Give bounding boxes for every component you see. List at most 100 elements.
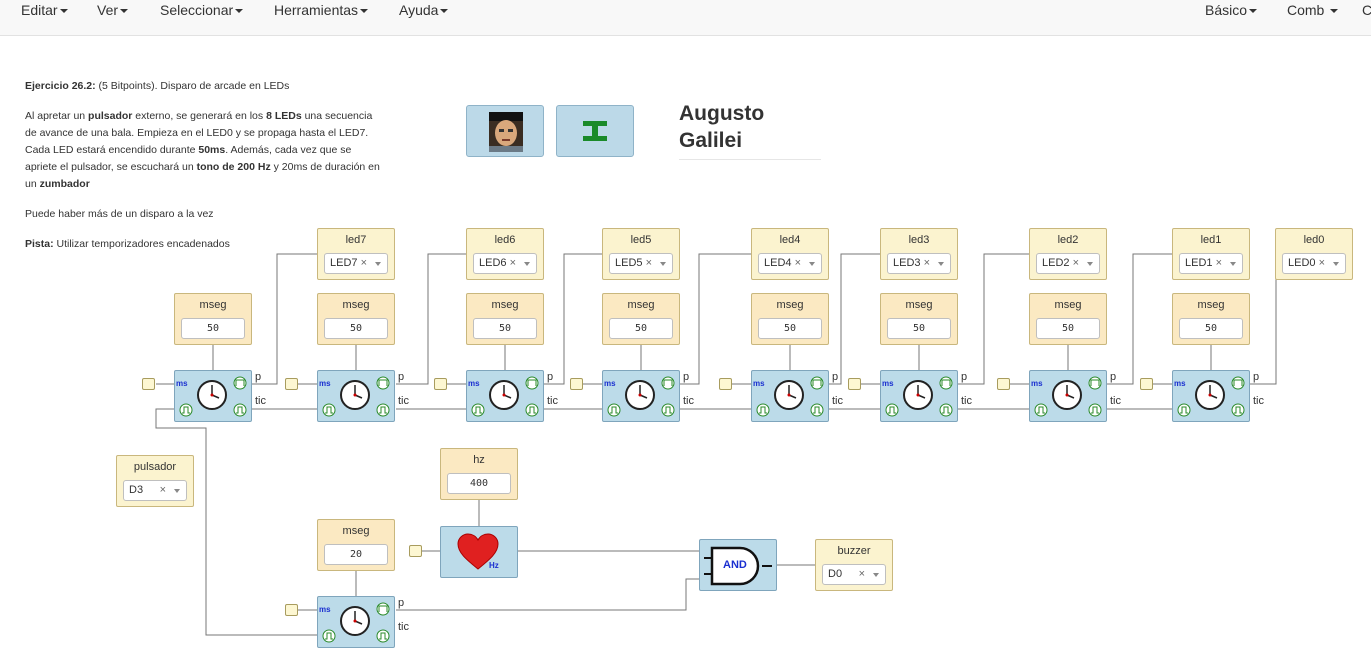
timer-input-port[interactable] <box>434 378 447 390</box>
chevron-down-icon[interactable] <box>1230 262 1236 266</box>
clear-icon[interactable]: × <box>1073 254 1079 273</box>
led6-output-block[interactable]: led6 LED6 × <box>466 228 544 280</box>
wave-icon <box>1231 403 1245 417</box>
led2-select[interactable]: LED2 × <box>1036 253 1100 274</box>
tic-port-label: tic <box>683 395 694 407</box>
timer-input-port[interactable] <box>997 378 1010 390</box>
led4-select[interactable]: LED4 × <box>758 253 822 274</box>
mseg-input[interactable]: 50 <box>609 318 673 339</box>
mseg-constant-block[interactable]: mseg 50 <box>880 293 958 345</box>
timer-input-port[interactable] <box>719 378 732 390</box>
timer-input-port[interactable] <box>848 378 861 390</box>
led0-select[interactable]: LED0 × <box>1282 253 1346 274</box>
led0-output-block[interactable]: led0 LED0 × <box>1275 228 1353 280</box>
clear-icon[interactable]: × <box>361 254 367 273</box>
led1-select[interactable]: LED1 × <box>1179 253 1243 274</box>
pulsador-input-block[interactable]: pulsador D3 × <box>116 455 194 507</box>
led7-label: led7 <box>345 234 367 246</box>
clear-icon[interactable]: × <box>859 565 865 584</box>
and-gate-label: AND <box>723 559 747 571</box>
led5-select[interactable]: LED5 × <box>609 253 673 274</box>
clear-icon[interactable]: × <box>795 254 801 273</box>
led2-label: led2 <box>1057 234 1079 246</box>
led2-output-block[interactable]: led2 LED2 × <box>1029 228 1107 280</box>
led5-output-block[interactable]: led5 LED5 × <box>602 228 680 280</box>
mseg-constant-block[interactable]: mseg 50 <box>466 293 544 345</box>
ms-label: ms <box>604 379 616 388</box>
clear-icon[interactable]: × <box>160 481 166 500</box>
led3-select[interactable]: LED3 × <box>887 253 951 274</box>
ms-label: ms <box>319 379 331 388</box>
clear-icon[interactable]: × <box>1216 254 1222 273</box>
mseg-constant-block[interactable]: mseg 50 <box>602 293 680 345</box>
clear-icon[interactable]: × <box>1319 254 1325 273</box>
mseg-input[interactable]: 50 <box>181 318 245 339</box>
mseg-constant-block[interactable]: mseg 50 <box>751 293 829 345</box>
and-gate-block[interactable]: AND <box>699 539 777 591</box>
tic-port-label: tic <box>832 395 843 407</box>
clock-icon <box>1195 380 1225 410</box>
tone-input-port[interactable] <box>409 545 422 557</box>
timer-block[interactable]: ms <box>1172 370 1250 422</box>
chevron-down-icon[interactable] <box>873 573 879 577</box>
p-port-label: p <box>398 371 405 383</box>
mseg-input[interactable]: 50 <box>1036 318 1100 339</box>
chevron-down-icon[interactable] <box>375 262 381 266</box>
clock-icon <box>197 380 227 410</box>
mseg-input[interactable]: 50 <box>887 318 951 339</box>
timer-block[interactable]: ms <box>317 596 395 648</box>
tic-port-label: tic <box>1253 395 1264 407</box>
timer-input-port[interactable] <box>285 378 298 390</box>
p-port-label: p <box>398 597 405 609</box>
timer-input-port[interactable] <box>570 378 583 390</box>
mseg-constant-block[interactable]: mseg 50 <box>174 293 252 345</box>
mseg-buzzer-constant-block[interactable]: mseg 20 <box>317 519 395 571</box>
chevron-down-icon[interactable] <box>938 262 944 266</box>
led6-select[interactable]: LED6 × <box>473 253 537 274</box>
pulse-out-icon <box>376 602 390 616</box>
timer-block[interactable]: ms <box>880 370 958 422</box>
tone-generator-block[interactable]: Hz <box>440 526 518 578</box>
mseg-input[interactable]: 50 <box>1179 318 1243 339</box>
clock-icon <box>625 380 655 410</box>
timer-block[interactable]: ms <box>466 370 544 422</box>
clear-icon[interactable]: × <box>924 254 930 273</box>
led7-output-block[interactable]: led7 LED7 × <box>317 228 395 280</box>
mseg-input[interactable]: 20 <box>324 544 388 565</box>
timer-block[interactable]: ms <box>317 370 395 422</box>
timer-block[interactable]: ms <box>602 370 680 422</box>
chevron-down-icon[interactable] <box>174 489 180 493</box>
buzzer-output-block[interactable]: buzzer D0 × <box>815 539 893 591</box>
mseg-constant-block[interactable]: mseg 50 <box>1029 293 1107 345</box>
led7-select[interactable]: LED7 × <box>324 253 388 274</box>
chevron-down-icon[interactable] <box>524 262 530 266</box>
led3-output-block[interactable]: led3 LED3 × <box>880 228 958 280</box>
ms-label: ms <box>176 379 188 388</box>
mseg-input[interactable]: 50 <box>473 318 537 339</box>
clear-icon[interactable]: × <box>510 254 516 273</box>
led4-output-block[interactable]: led4 LED4 × <box>751 228 829 280</box>
mseg-label: mseg <box>1197 299 1225 311</box>
mseg-constant-block[interactable]: mseg 50 <box>1172 293 1250 345</box>
mseg-input[interactable]: 50 <box>758 318 822 339</box>
clock-icon <box>1052 380 1082 410</box>
timer-block[interactable]: ms <box>751 370 829 422</box>
hz-constant-block[interactable]: hz 400 <box>440 448 518 500</box>
timer-input-port[interactable] <box>1140 378 1153 390</box>
buzzer-select[interactable]: D0 × <box>822 564 886 585</box>
clear-icon[interactable]: × <box>646 254 652 273</box>
led1-output-block[interactable]: led1 LED1 × <box>1172 228 1250 280</box>
mseg-constant-block[interactable]: mseg 50 <box>317 293 395 345</box>
timer-block[interactable]: ms <box>1029 370 1107 422</box>
timer-input-port[interactable] <box>285 604 298 616</box>
chevron-down-icon[interactable] <box>660 262 666 266</box>
chevron-down-icon[interactable] <box>1333 262 1339 266</box>
pulsador-select[interactable]: D3 × <box>123 480 187 501</box>
timer-input-port[interactable] <box>142 378 155 390</box>
chevron-down-icon[interactable] <box>1087 262 1093 266</box>
wave-icon <box>179 403 193 417</box>
timer-block[interactable]: ms <box>174 370 252 422</box>
hz-input[interactable]: 400 <box>447 473 511 494</box>
mseg-input[interactable]: 50 <box>324 318 388 339</box>
chevron-down-icon[interactable] <box>809 262 815 266</box>
